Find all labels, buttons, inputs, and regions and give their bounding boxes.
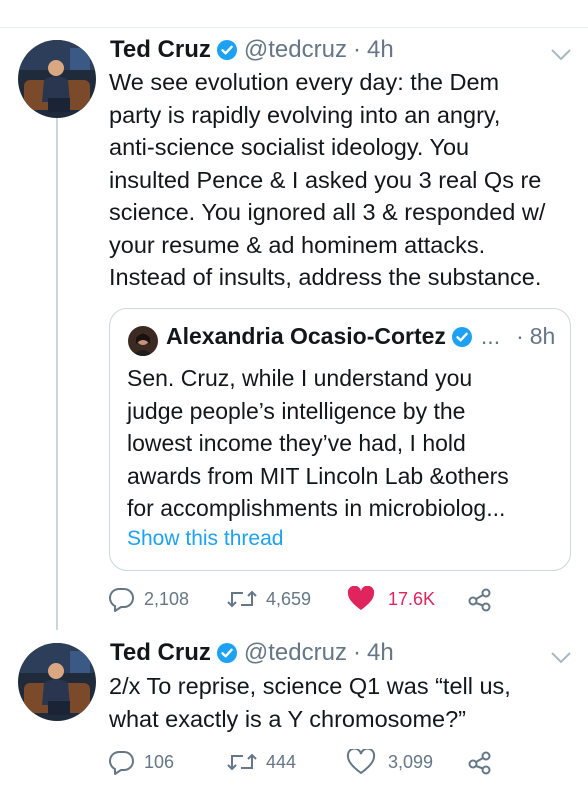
share-icon bbox=[468, 751, 491, 775]
avatar[interactable] bbox=[18, 40, 96, 118]
heart-icon bbox=[346, 749, 376, 775]
author-name[interactable]: Ted Cruz bbox=[110, 639, 211, 667]
reply-count: 106 bbox=[144, 751, 175, 772]
quote-author-name[interactable]: Alexandria Ocasio-Cortez bbox=[166, 323, 446, 350]
tweet-header: Ted Cruz @tedcruz · 4h bbox=[110, 639, 394, 667]
reply-icon bbox=[109, 587, 134, 612]
separator: · bbox=[516, 323, 524, 349]
tweet-actions: 2,108 4,659 17.6K bbox=[108, 586, 568, 618]
tweet-text: We see evolution every day: the Dem part… bbox=[109, 69, 546, 290]
chevron-down-icon[interactable] bbox=[550, 48, 572, 62]
separator: · bbox=[352, 36, 361, 63]
retweet-icon bbox=[227, 753, 257, 771]
tweet-text: 2/x To reprise, science Q1 was “tell us,… bbox=[109, 673, 511, 732]
author-handle[interactable]: @tedcruz bbox=[244, 639, 347, 667]
quote-timestamp: 8h bbox=[529, 323, 556, 349]
verified-icon bbox=[216, 643, 237, 663]
separator: · bbox=[352, 639, 361, 666]
retweet-button[interactable]: 444 bbox=[226, 749, 296, 775]
quote-header: Alexandria Ocasio-Cortez ... · 8h bbox=[166, 323, 555, 350]
retweet-button[interactable]: 4,659 bbox=[226, 586, 311, 612]
avatar[interactable] bbox=[18, 643, 96, 721]
timestamp[interactable]: 4h bbox=[367, 36, 394, 64]
share-button[interactable] bbox=[466, 749, 502, 775]
reply-count: 2,108 bbox=[144, 588, 190, 609]
share-icon bbox=[468, 588, 491, 612]
reply-icon bbox=[109, 750, 134, 775]
tweet-header: Ted Cruz @tedcruz · 4h bbox=[110, 36, 394, 64]
top-divider bbox=[0, 27, 588, 28]
like-count: 3,099 bbox=[388, 751, 434, 772]
heart-icon bbox=[347, 586, 375, 610]
chevron-down-icon[interactable] bbox=[550, 651, 572, 665]
verified-icon bbox=[451, 326, 472, 347]
author-name[interactable]: Ted Cruz bbox=[110, 36, 211, 64]
share-button[interactable] bbox=[466, 586, 502, 612]
retweet-count: 4,659 bbox=[266, 588, 312, 609]
show-thread-link[interactable]: Show this thread bbox=[127, 527, 283, 551]
tweet-actions: 106 444 3,099 bbox=[108, 749, 568, 781]
retweet-icon bbox=[227, 590, 257, 608]
like-button[interactable]: 3,099 bbox=[346, 749, 433, 775]
quote-avatar[interactable] bbox=[128, 326, 158, 356]
verified-icon bbox=[216, 40, 237, 60]
quoted-tweet[interactable]: Alexandria Ocasio-Cortez ... · 8h Sen. C… bbox=[109, 308, 571, 571]
timestamp[interactable]: 4h bbox=[367, 639, 394, 667]
quote-text: Sen. Cruz, while I understand you judge … bbox=[127, 365, 509, 521]
reply-button[interactable]: 106 bbox=[108, 749, 174, 775]
reply-button[interactable]: 2,108 bbox=[108, 586, 189, 612]
like-count: 17.6K bbox=[388, 588, 436, 609]
thread-line bbox=[56, 118, 58, 630]
author-handle[interactable]: @tedcruz bbox=[244, 36, 347, 64]
quote-handle-truncated: ... bbox=[480, 323, 501, 349]
retweet-count: 444 bbox=[266, 751, 297, 772]
like-button[interactable]: 17.6K bbox=[346, 586, 435, 612]
